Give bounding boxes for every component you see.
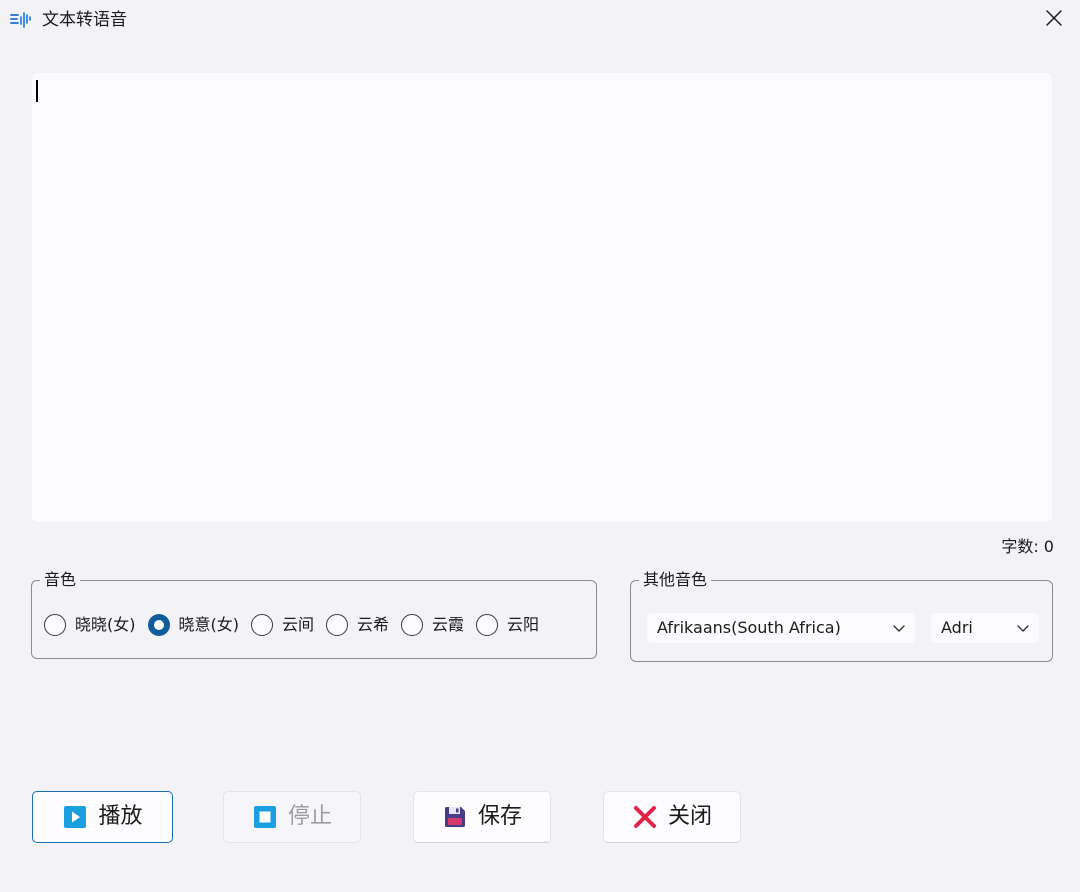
close-button[interactable]: 关闭 xyxy=(603,791,741,843)
voice-select[interactable]: Adri xyxy=(931,613,1039,643)
close-label: 关闭 xyxy=(667,804,712,829)
radio-yunxia[interactable]: 云霞 xyxy=(401,614,464,636)
chevron-down-icon xyxy=(1013,618,1033,638)
radio-yunxi[interactable]: 云希 xyxy=(326,614,389,636)
radio-circle[interactable] xyxy=(44,614,66,636)
chevron-down-icon xyxy=(889,618,909,638)
play-icon xyxy=(62,804,88,830)
voice-radio-row: 晓晓(女) 晓意(女) 云间 云希 云霞 云阳 xyxy=(44,614,539,636)
close-icon xyxy=(1045,9,1063,31)
radio-circle[interactable] xyxy=(401,614,424,636)
text-input[interactable] xyxy=(32,73,1052,522)
language-select-value: Afrikaans(South Africa) xyxy=(657,618,841,637)
tts-window: 文本转语音 字数: 0 音色 晓晓(女) 晓意(女) 云间 云希 云霞 云阳 其… xyxy=(0,0,1080,892)
save-label: 保存 xyxy=(477,804,522,829)
floppy-disk-icon xyxy=(442,804,468,830)
char-count-label: 字数: 0 xyxy=(1001,537,1054,556)
text-editor[interactable] xyxy=(32,73,1052,522)
radio-yunyang[interactable]: 云阳 xyxy=(476,614,539,636)
voice-group-title: 音色 xyxy=(40,570,81,590)
voice-groupbox: 音色 晓晓(女) 晓意(女) 云间 云希 云霞 云阳 xyxy=(31,570,597,659)
radio-label: 晓晓(女) xyxy=(75,615,136,634)
radio-label: 晓意(女) xyxy=(178,615,240,634)
audio-wave-icon xyxy=(10,8,34,32)
play-label: 播放 xyxy=(98,804,143,829)
radio-yunjian[interactable]: 云间 xyxy=(251,614,314,636)
radio-label: 云霞 xyxy=(432,615,465,634)
text-caret xyxy=(36,80,38,102)
other-voice-groupbox: 其他音色 Afrikaans(South Africa) Adri xyxy=(630,570,1053,662)
radio-circle-checked[interactable] xyxy=(147,614,170,636)
radio-xiaoyi[interactable]: 晓意(女) xyxy=(147,614,240,636)
save-button[interactable]: 保存 xyxy=(413,791,551,843)
radio-label: 云希 xyxy=(357,615,390,634)
voice-select-value: Adri xyxy=(941,618,973,637)
language-select[interactable]: Afrikaans(South Africa) xyxy=(647,613,915,643)
radio-circle[interactable] xyxy=(476,614,499,636)
radio-xiaoxiao[interactable]: 晓晓(女) xyxy=(44,614,136,636)
radio-label: 云间 xyxy=(282,615,315,634)
stop-button[interactable]: 停止 xyxy=(223,791,361,843)
radio-label: 云阳 xyxy=(507,615,540,634)
radio-circle[interactable] xyxy=(326,614,349,636)
radio-circle[interactable] xyxy=(251,614,273,636)
title-bar: 文本转语音 xyxy=(0,0,1080,40)
window-title: 文本转语音 xyxy=(42,10,127,30)
stop-label: 停止 xyxy=(287,804,332,829)
play-button[interactable]: 播放 xyxy=(32,791,173,843)
other-voice-group-title: 其他音色 xyxy=(639,570,712,590)
stop-icon xyxy=(252,804,278,830)
window-close-button[interactable] xyxy=(1038,4,1070,36)
close-x-icon xyxy=(632,804,658,830)
